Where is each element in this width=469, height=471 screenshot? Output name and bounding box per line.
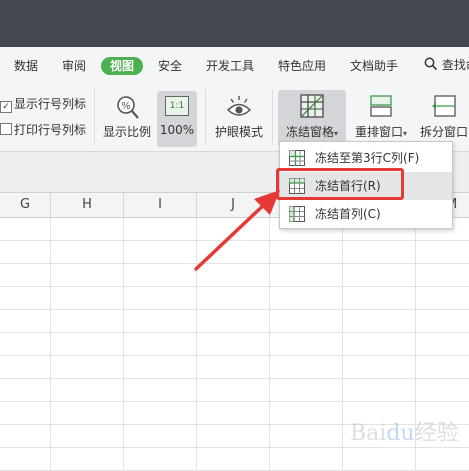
row-line: [0, 286, 469, 287]
freeze-panes-button[interactable]: 冻结窗格▾: [278, 91, 346, 147]
column-line: [50, 218, 51, 471]
column-line: [342, 218, 343, 471]
eye-protection-button[interactable]: 护眼模式: [210, 91, 268, 147]
watermark: Baidu经验: [350, 421, 459, 446]
magnifier-percent-icon: %: [117, 96, 139, 119]
column-line: [123, 218, 124, 471]
freeze-first-column-option[interactable]: 冻结首列(C): [280, 200, 452, 228]
freeze-cell-icon: [289, 150, 305, 166]
zoom-100-label: 100%: [159, 123, 195, 137]
freeze-first-column-label: 冻结首列(C): [315, 207, 381, 221]
freeze-panes-label-wrap: 冻结窗格▾: [278, 123, 346, 140]
ribbon-divider: [205, 89, 206, 145]
tab-doc-assistant[interactable]: 文档助手: [350, 57, 398, 75]
rearrange-label-wrap: 重排窗口▾: [350, 123, 412, 140]
show-headers-label: 显示行号列标: [14, 97, 87, 111]
rearrange-window-button[interactable]: 重排窗口▾: [350, 91, 412, 147]
split-window-label: 拆分窗口: [420, 125, 469, 139]
row-line: [0, 378, 469, 379]
row-line: [0, 309, 469, 310]
check-icon: ✓: [0, 101, 12, 113]
highlight-box: [276, 168, 404, 200]
column-header-g[interactable]: G: [0, 193, 51, 217]
row-line: [0, 447, 469, 448]
tab-security[interactable]: 安全: [158, 57, 182, 75]
svg-text:%: %: [121, 101, 131, 112]
checkbox-empty-icon: [0, 123, 12, 135]
title-bar: [0, 0, 469, 47]
search-icon: [424, 57, 438, 71]
rearrange-window-icon: [370, 95, 392, 117]
row-line: [0, 332, 469, 333]
menu-bar: 数据 审阅 视图 安全 开发工具 特色应用 文档助手 查找命: [0, 47, 469, 85]
print-headers-checkbox[interactable]: 打印行号列标: [0, 121, 86, 138]
ribbon-divider: [94, 89, 95, 145]
column-header-i[interactable]: I: [124, 193, 197, 217]
chevron-down-icon: ▾: [334, 129, 339, 138]
search-label: 查找命: [441, 58, 469, 72]
zoom-ratio-label: 显示比例: [102, 125, 151, 139]
tab-view[interactable]: 视图: [101, 57, 144, 75]
freeze-grid-icon: [300, 94, 324, 118]
freeze-panes-label: 冻结窗格: [285, 125, 334, 139]
tab-featured-apps[interactable]: 特色应用: [278, 57, 326, 75]
zoom-100-button[interactable]: 1:1 100%: [157, 91, 197, 147]
row-line: [0, 355, 469, 356]
freeze-column-icon: [289, 206, 305, 222]
split-window-icon: [432, 95, 456, 117]
tab-review[interactable]: 审阅: [62, 57, 86, 75]
ribbon-divider: [272, 89, 273, 145]
search-command[interactable]: 查找命: [424, 56, 469, 73]
eye-protection-label: 护眼模式: [214, 125, 263, 139]
zoom-ratio-button[interactable]: % 显示比例: [100, 91, 154, 147]
annotation-arrow: [194, 190, 280, 271]
rearrange-window-label: 重排窗口: [354, 125, 403, 139]
tab-data[interactable]: 数据: [14, 57, 38, 75]
one-to-one-icon: 1:1: [165, 96, 189, 116]
tab-developer-tools[interactable]: 开发工具: [206, 57, 254, 75]
row-line: [0, 401, 469, 402]
print-headers-label: 打印行号列标: [14, 123, 87, 137]
eye-icon: [226, 96, 252, 116]
chevron-down-icon: ▾: [403, 129, 408, 138]
split-window-button[interactable]: 拆分窗口: [418, 91, 469, 147]
column-header-h[interactable]: H: [51, 193, 124, 217]
show-headers-checkbox[interactable]: ✓ 显示行号列标: [0, 95, 86, 113]
